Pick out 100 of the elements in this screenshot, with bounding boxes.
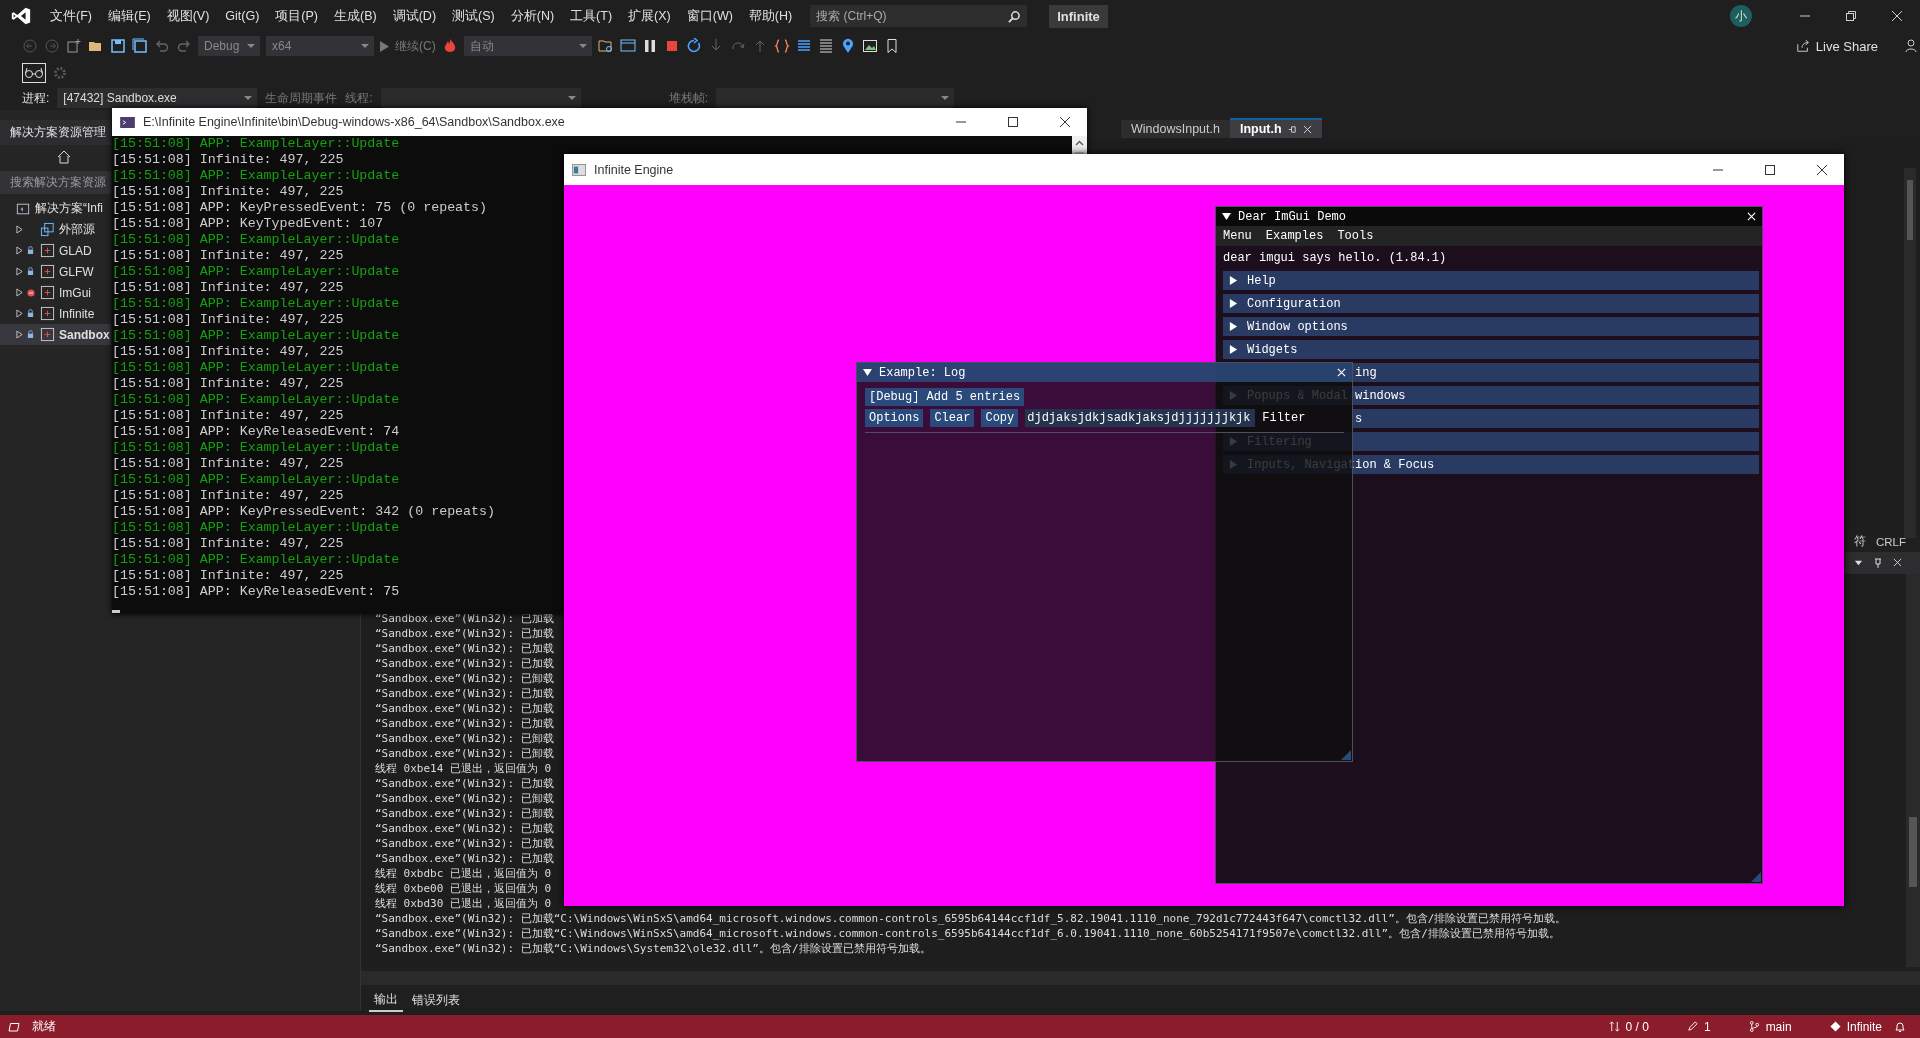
log-button[interactable]: Clear [930,409,975,427]
line-ending-indicator[interactable]: CRLF [1875,535,1906,548]
resize-grip[interactable] [1751,872,1761,882]
process-dropdown[interactable]: [47432] Sandbox.exe [57,88,258,108]
undo-icon[interactable] [154,38,170,54]
menu-item[interactable]: 生成(B) [326,7,385,25]
menu-item[interactable]: 编辑(E) [99,7,159,25]
output-tab[interactable]: 错误列表 [407,989,465,1011]
branch-selector[interactable]: main [1748,1019,1792,1034]
redo-icon[interactable] [176,38,192,54]
console-line: [15:51:08] APP: ExampleLayer::Update [112,520,400,536]
solution-name[interactable]: 解决方案“Infi [35,200,103,217]
configuration-dropdown[interactable]: Debug [198,36,260,56]
solution-tree-item[interactable]: ImGui [0,282,111,303]
search-field[interactable]: 搜索 (Ctrl+Q) [810,5,1028,27]
output-tab[interactable]: 输出 [369,988,403,1012]
triangle-icon [1229,276,1238,285]
lifecycle-events-button[interactable]: 生命周期事件 [265,89,338,107]
play-icon [380,40,389,52]
collapsing-header[interactable]: s [1353,409,1759,428]
menu-item[interactable]: 窗口(W) [678,7,741,25]
restart-icon[interactable] [685,38,702,54]
window-title: Example: Log [879,365,966,380]
continue-button[interactable]: 继续(C) [380,37,436,55]
pin-icon[interactable] [1873,557,1883,568]
solution-tree-item[interactable]: GLAD [0,240,111,261]
auto-dropdown[interactable]: 自动 [463,36,592,56]
output-line: “Sandbox.exe”(Win32): 已加载 [375,700,554,716]
output-line: 线程 0xbdbc 已退出，返回值为 0 [375,865,552,881]
log-button[interactable]: Copy [981,409,1019,427]
collapsing-header[interactable]: Configuration [1223,294,1759,313]
scrollbar[interactable] [1904,168,1916,538]
expand-arrow-icon[interactable] [16,267,23,276]
dropdown-icon[interactable] [1854,558,1863,567]
close-icon[interactable] [1059,116,1071,128]
menu-item[interactable]: 项目(P) [267,7,326,25]
home-icon[interactable] [56,149,72,165]
menu-item[interactable]: 调试(D) [384,7,445,25]
project-icon [40,264,55,279]
collapsing-header[interactable]: ing [1353,363,1759,382]
solution-tree-item[interactable]: Sandbox [0,324,111,345]
pin-icon[interactable] [1287,124,1297,134]
braces-icon[interactable] [773,38,790,54]
pending-edits-indicator[interactable]: 1 [1686,1019,1711,1034]
log-button[interactable]: Options [865,409,924,427]
text-lines-icon[interactable] [817,38,834,54]
solution-tree-item[interactable]: GLFW [0,261,111,282]
menu-item[interactable]: Examples [1265,229,1324,243]
expand-arrow-icon[interactable] [16,309,23,318]
output-line: “Sandbox.exe”(Win32): 已加载 [375,625,554,641]
editor-tab[interactable]: Input.h [1229,118,1322,138]
menu-item[interactable]: Git(G) [217,9,268,23]
menu-item[interactable]: 文件(F) [42,7,100,25]
search-input[interactable]: 搜索 (Ctrl+Q) [810,8,1009,24]
menu-item[interactable]: Menu [1223,229,1252,243]
menu-item[interactable]: 视图(V) [158,7,218,25]
encoding-indicator[interactable]: 符 [1853,534,1866,549]
list-icon[interactable] [795,38,812,54]
glasses-icon[interactable] [22,63,46,83]
scrollbar[interactable] [1906,573,1920,967]
new-project-icon[interactable] [66,38,82,54]
repository-selector[interactable]: Infinite [1829,1019,1882,1034]
solution-tree-item[interactable]: Infinite [0,303,111,324]
output-line: 线程 0xbe14 已退出，返回值为 0 [375,760,552,776]
menu-item[interactable]: Tools [1337,229,1374,243]
menu-item[interactable]: 分析(N) [502,7,563,25]
window-icon[interactable] [619,38,636,54]
filter-field[interactable]: djdjaksjdkjsadkjaksjdjjjjjjjkjk [1025,409,1256,427]
collapse-arrow-icon[interactable] [863,368,872,377]
collapsing-header[interactable]: Widgets [1223,340,1759,359]
menu-item[interactable]: 帮助(H) [740,7,801,25]
restore-icon[interactable] [1845,10,1857,22]
menu-item[interactable]: 测试(S) [444,7,503,25]
share-icon [1795,39,1810,53]
picture-icon[interactable] [861,38,878,54]
expand-arrow-icon[interactable] [16,246,23,255]
menu-item[interactable]: 扩展(X) [620,7,679,25]
save-all-icon[interactable] [132,38,148,54]
collapsing-header[interactable]: Window options [1223,317,1759,336]
editor-tab[interactable]: WindowsInput.h [1121,120,1230,138]
close-icon[interactable] [1816,163,1828,176]
resize-grip[interactable] [1341,750,1351,760]
maximize-icon[interactable] [1007,116,1019,128]
expand-arrow-icon[interactable] [16,288,23,297]
bell-icon[interactable] [1894,1020,1906,1033]
maximize-icon[interactable] [1764,163,1776,176]
solution-tree-item[interactable]: 外部源 [0,219,111,240]
save-icon[interactable] [110,38,126,54]
add-entries-button[interactable]: [Debug] Add 5 entries [865,388,1025,406]
folder-search-icon[interactable] [597,38,614,54]
platform-dropdown[interactable]: x64 [266,36,374,56]
changes-indicator[interactable]: 0 / 0 [1608,1019,1649,1034]
expand-arrow-icon[interactable] [16,225,23,234]
explorer-search-field[interactable]: 搜索解决方案资源 [0,171,111,194]
expand-arrow-icon[interactable] [16,330,23,339]
account-avatar[interactable]: 小 [1730,5,1752,27]
menu-item[interactable]: 工具(T) [562,7,621,25]
live-share-button[interactable]: Live Share [1795,38,1878,54]
filter-label: Filter [1262,411,1306,425]
collapsing-header[interactable]: Help [1223,271,1759,290]
